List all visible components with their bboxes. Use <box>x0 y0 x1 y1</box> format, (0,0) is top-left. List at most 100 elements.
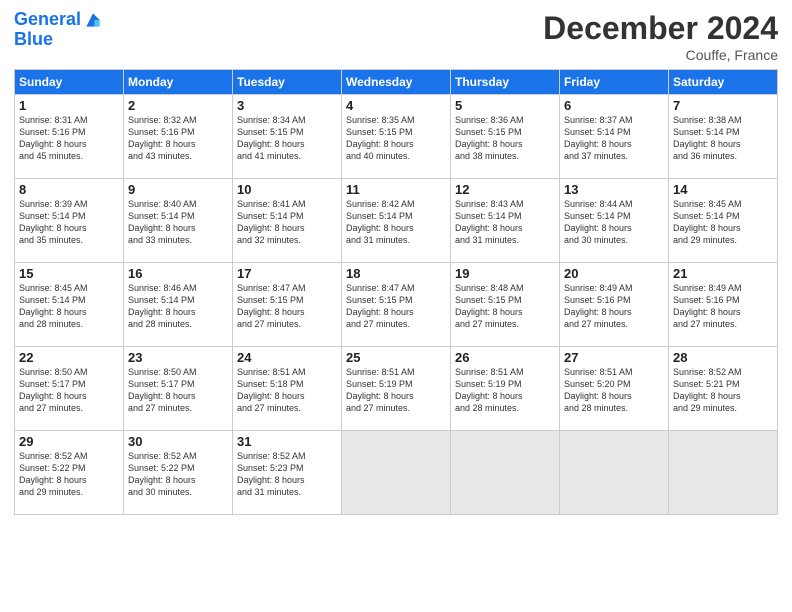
header: General Blue December 2024 Couffe, Franc… <box>14 10 778 63</box>
day-number: 9 <box>128 182 228 197</box>
calendar-cell: 23Sunrise: 8:50 AM Sunset: 5:17 PM Dayli… <box>124 347 233 431</box>
day-info: Sunrise: 8:51 AM Sunset: 5:18 PM Dayligh… <box>237 366 337 415</box>
day-info: Sunrise: 8:44 AM Sunset: 5:14 PM Dayligh… <box>564 198 664 247</box>
day-info: Sunrise: 8:36 AM Sunset: 5:15 PM Dayligh… <box>455 114 555 163</box>
calendar-cell: 10Sunrise: 8:41 AM Sunset: 5:14 PM Dayli… <box>233 179 342 263</box>
day-number: 20 <box>564 266 664 281</box>
calendar-cell: 24Sunrise: 8:51 AM Sunset: 5:18 PM Dayli… <box>233 347 342 431</box>
calendar-cell: 29Sunrise: 8:52 AM Sunset: 5:22 PM Dayli… <box>15 431 124 515</box>
calendar-cell: 31Sunrise: 8:52 AM Sunset: 5:23 PM Dayli… <box>233 431 342 515</box>
day-header-wednesday: Wednesday <box>342 70 451 95</box>
calendar-cell: 18Sunrise: 8:47 AM Sunset: 5:15 PM Dayli… <box>342 263 451 347</box>
day-number: 15 <box>19 266 119 281</box>
day-info: Sunrise: 8:45 AM Sunset: 5:14 PM Dayligh… <box>19 282 119 331</box>
day-number: 12 <box>455 182 555 197</box>
day-number: 8 <box>19 182 119 197</box>
day-header-tuesday: Tuesday <box>233 70 342 95</box>
day-number: 29 <box>19 434 119 449</box>
calendar-cell <box>342 431 451 515</box>
calendar-week-5: 29Sunrise: 8:52 AM Sunset: 5:22 PM Dayli… <box>15 431 778 515</box>
day-number: 31 <box>237 434 337 449</box>
logo-text2: Blue <box>14 30 53 50</box>
day-number: 1 <box>19 98 119 113</box>
day-number: 23 <box>128 350 228 365</box>
day-info: Sunrise: 8:50 AM Sunset: 5:17 PM Dayligh… <box>128 366 228 415</box>
logo-icon <box>83 10 103 30</box>
location: Couffe, France <box>543 47 778 63</box>
calendar-table: SundayMondayTuesdayWednesdayThursdayFrid… <box>14 69 778 515</box>
day-number: 26 <box>455 350 555 365</box>
calendar-cell: 14Sunrise: 8:45 AM Sunset: 5:14 PM Dayli… <box>669 179 778 263</box>
day-number: 2 <box>128 98 228 113</box>
day-info: Sunrise: 8:43 AM Sunset: 5:14 PM Dayligh… <box>455 198 555 247</box>
calendar-cell: 30Sunrise: 8:52 AM Sunset: 5:22 PM Dayli… <box>124 431 233 515</box>
calendar-cell: 6Sunrise: 8:37 AM Sunset: 5:14 PM Daylig… <box>560 95 669 179</box>
calendar-week-1: 1Sunrise: 8:31 AM Sunset: 5:16 PM Daylig… <box>15 95 778 179</box>
title-section: December 2024 Couffe, France <box>543 10 778 63</box>
day-info: Sunrise: 8:39 AM Sunset: 5:14 PM Dayligh… <box>19 198 119 247</box>
calendar-week-4: 22Sunrise: 8:50 AM Sunset: 5:17 PM Dayli… <box>15 347 778 431</box>
day-info: Sunrise: 8:40 AM Sunset: 5:14 PM Dayligh… <box>128 198 228 247</box>
day-info: Sunrise: 8:45 AM Sunset: 5:14 PM Dayligh… <box>673 198 773 247</box>
day-header-saturday: Saturday <box>669 70 778 95</box>
calendar-cell <box>669 431 778 515</box>
day-number: 10 <box>237 182 337 197</box>
day-info: Sunrise: 8:46 AM Sunset: 5:14 PM Dayligh… <box>128 282 228 331</box>
day-number: 4 <box>346 98 446 113</box>
day-info: Sunrise: 8:35 AM Sunset: 5:15 PM Dayligh… <box>346 114 446 163</box>
day-number: 21 <box>673 266 773 281</box>
day-info: Sunrise: 8:49 AM Sunset: 5:16 PM Dayligh… <box>564 282 664 331</box>
calendar-week-3: 15Sunrise: 8:45 AM Sunset: 5:14 PM Dayli… <box>15 263 778 347</box>
day-number: 11 <box>346 182 446 197</box>
day-info: Sunrise: 8:51 AM Sunset: 5:19 PM Dayligh… <box>346 366 446 415</box>
calendar-cell: 21Sunrise: 8:49 AM Sunset: 5:16 PM Dayli… <box>669 263 778 347</box>
calendar-body: 1Sunrise: 8:31 AM Sunset: 5:16 PM Daylig… <box>15 95 778 515</box>
calendar-cell: 13Sunrise: 8:44 AM Sunset: 5:14 PM Dayli… <box>560 179 669 263</box>
calendar-cell: 28Sunrise: 8:52 AM Sunset: 5:21 PM Dayli… <box>669 347 778 431</box>
day-info: Sunrise: 8:42 AM Sunset: 5:14 PM Dayligh… <box>346 198 446 247</box>
day-info: Sunrise: 8:52 AM Sunset: 5:23 PM Dayligh… <box>237 450 337 499</box>
calendar-cell: 11Sunrise: 8:42 AM Sunset: 5:14 PM Dayli… <box>342 179 451 263</box>
day-number: 18 <box>346 266 446 281</box>
calendar-cell: 5Sunrise: 8:36 AM Sunset: 5:15 PM Daylig… <box>451 95 560 179</box>
day-info: Sunrise: 8:52 AM Sunset: 5:21 PM Dayligh… <box>673 366 773 415</box>
calendar-cell: 16Sunrise: 8:46 AM Sunset: 5:14 PM Dayli… <box>124 263 233 347</box>
calendar-cell: 3Sunrise: 8:34 AM Sunset: 5:15 PM Daylig… <box>233 95 342 179</box>
day-number: 17 <box>237 266 337 281</box>
calendar-cell: 25Sunrise: 8:51 AM Sunset: 5:19 PM Dayli… <box>342 347 451 431</box>
day-header-monday: Monday <box>124 70 233 95</box>
day-number: 14 <box>673 182 773 197</box>
calendar-cell: 7Sunrise: 8:38 AM Sunset: 5:14 PM Daylig… <box>669 95 778 179</box>
day-number: 5 <box>455 98 555 113</box>
day-info: Sunrise: 8:50 AM Sunset: 5:17 PM Dayligh… <box>19 366 119 415</box>
page-container: General Blue December 2024 Couffe, Franc… <box>0 0 792 523</box>
day-header-thursday: Thursday <box>451 70 560 95</box>
day-number: 13 <box>564 182 664 197</box>
day-number: 24 <box>237 350 337 365</box>
calendar-cell: 15Sunrise: 8:45 AM Sunset: 5:14 PM Dayli… <box>15 263 124 347</box>
day-header-sunday: Sunday <box>15 70 124 95</box>
day-info: Sunrise: 8:47 AM Sunset: 5:15 PM Dayligh… <box>346 282 446 331</box>
logo: General Blue <box>14 10 103 50</box>
day-number: 30 <box>128 434 228 449</box>
calendar-cell <box>560 431 669 515</box>
calendar-cell: 19Sunrise: 8:48 AM Sunset: 5:15 PM Dayli… <box>451 263 560 347</box>
day-info: Sunrise: 8:32 AM Sunset: 5:16 PM Dayligh… <box>128 114 228 163</box>
calendar-cell: 20Sunrise: 8:49 AM Sunset: 5:16 PM Dayli… <box>560 263 669 347</box>
day-number: 27 <box>564 350 664 365</box>
calendar-cell: 8Sunrise: 8:39 AM Sunset: 5:14 PM Daylig… <box>15 179 124 263</box>
day-header-friday: Friday <box>560 70 669 95</box>
day-info: Sunrise: 8:49 AM Sunset: 5:16 PM Dayligh… <box>673 282 773 331</box>
calendar-cell: 4Sunrise: 8:35 AM Sunset: 5:15 PM Daylig… <box>342 95 451 179</box>
calendar-cell: 12Sunrise: 8:43 AM Sunset: 5:14 PM Dayli… <box>451 179 560 263</box>
calendar-week-2: 8Sunrise: 8:39 AM Sunset: 5:14 PM Daylig… <box>15 179 778 263</box>
day-number: 7 <box>673 98 773 113</box>
day-number: 25 <box>346 350 446 365</box>
calendar-cell: 9Sunrise: 8:40 AM Sunset: 5:14 PM Daylig… <box>124 179 233 263</box>
calendar-header-row: SundayMondayTuesdayWednesdayThursdayFrid… <box>15 70 778 95</box>
day-number: 22 <box>19 350 119 365</box>
calendar-cell: 1Sunrise: 8:31 AM Sunset: 5:16 PM Daylig… <box>15 95 124 179</box>
day-info: Sunrise: 8:52 AM Sunset: 5:22 PM Dayligh… <box>19 450 119 499</box>
calendar-cell: 2Sunrise: 8:32 AM Sunset: 5:16 PM Daylig… <box>124 95 233 179</box>
day-number: 16 <box>128 266 228 281</box>
